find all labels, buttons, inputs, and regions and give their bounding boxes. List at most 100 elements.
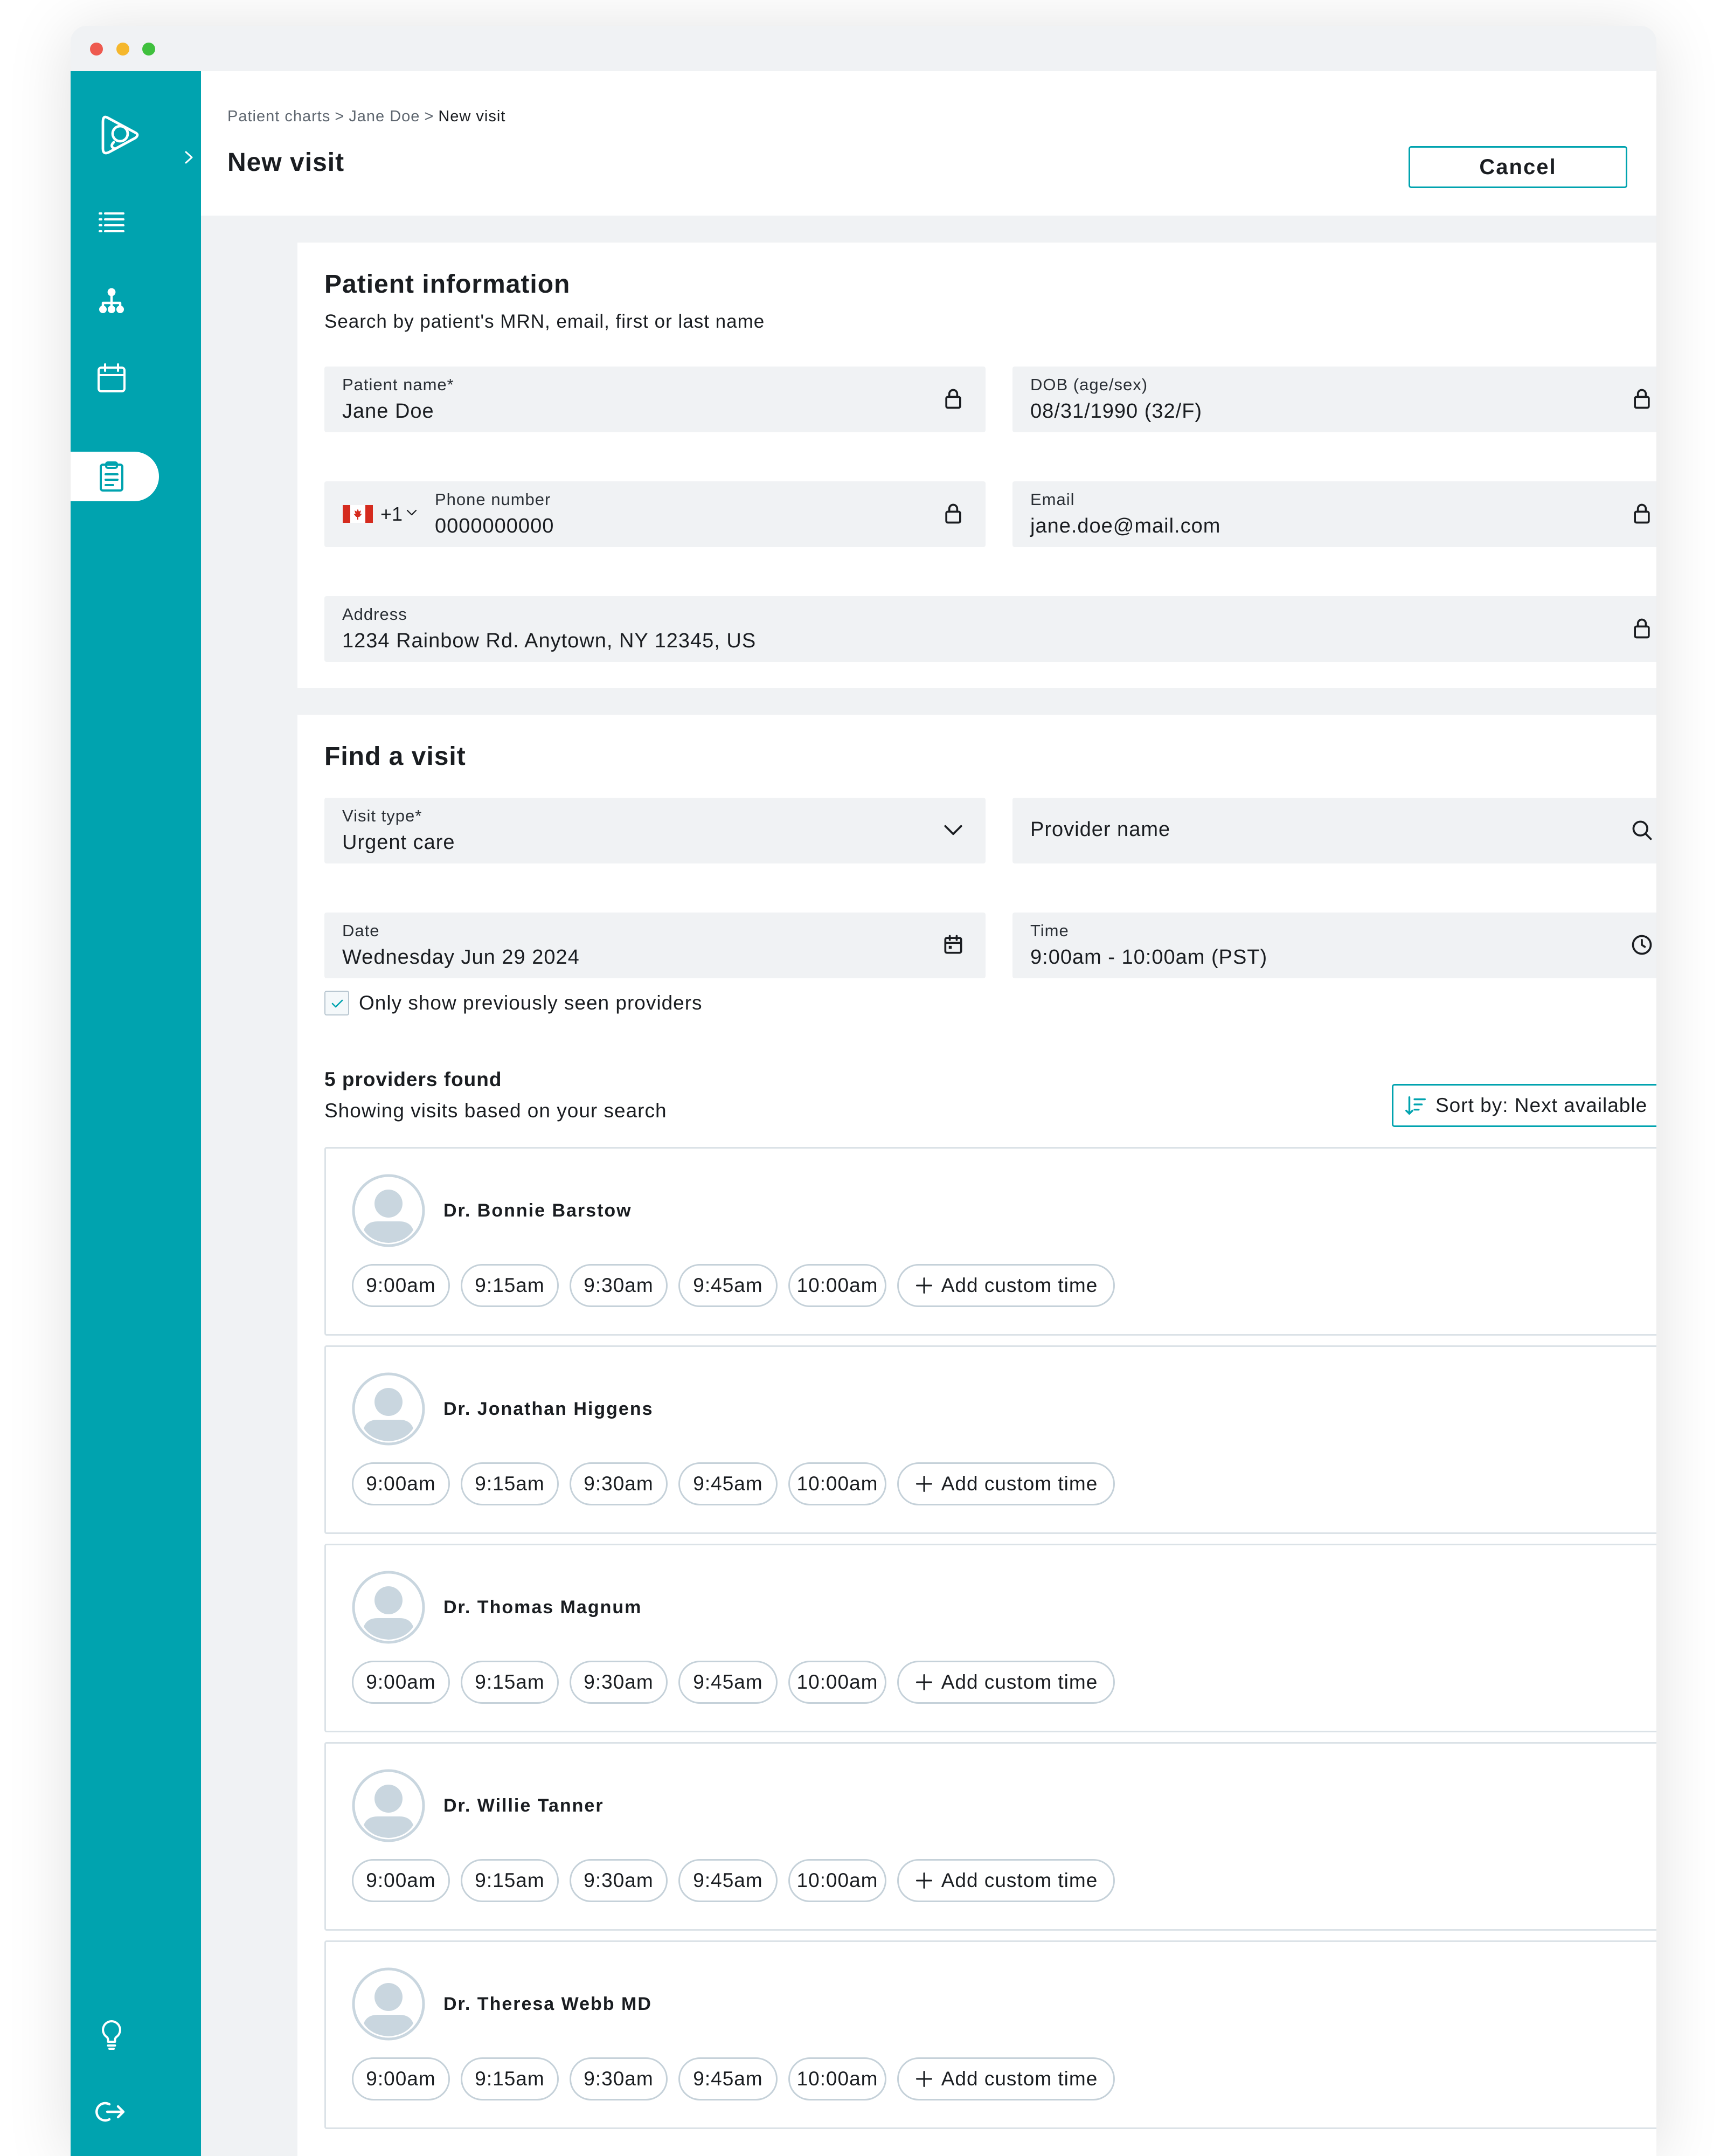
date-field[interactable]: Date Wednesday Jun 29 2024 [324, 913, 986, 978]
time-slot-button[interactable]: 10:00am [788, 1661, 886, 1704]
previously-seen-filter: Only show previously seen providers [324, 990, 703, 1017]
canada-flag-icon[interactable] [343, 505, 373, 523]
time-slot-button[interactable]: 9:15am [461, 1661, 559, 1704]
time-slot-button[interactable]: 9:45am [678, 1264, 778, 1307]
app-logo-icon[interactable] [94, 109, 146, 161]
page-title: New visit [227, 148, 345, 177]
time-slot-button[interactable]: 9:30am [570, 1661, 668, 1704]
provider-card: Dr. Theresa Webb MD 9:00am 9:15am 9:30am 9:4… [324, 1940, 1656, 2129]
visit-type-select[interactable]: Visit type* Urgent care [324, 798, 986, 863]
avatar-icon [352, 1372, 425, 1446]
time-slot-button[interactable]: 9:45am [678, 1859, 778, 1902]
provider-name[interactable]: Dr. Theresa Webb MD [443, 1994, 652, 2015]
providers-found-subtitle: Showing visits based on your search [324, 1100, 667, 1122]
time-slot-button[interactable]: 9:45am [678, 1462, 778, 1505]
lock-icon [1630, 502, 1654, 526]
clock-icon[interactable] [1630, 933, 1654, 957]
lock-icon [1630, 387, 1654, 411]
dob-field[interactable]: DOB (age/sex) 08/31/1990 (32/F) [1012, 367, 1656, 432]
add-custom-time-label: Add custom time [941, 1869, 1098, 1891]
phone-label: Phone number [435, 490, 551, 509]
provider-search-input[interactable]: Provider name [1012, 798, 1656, 863]
add-custom-time-button[interactable]: Add custom time [897, 2057, 1115, 2100]
window-close-button[interactable] [90, 43, 103, 56]
add-custom-time-label: Add custom time [941, 1671, 1098, 1693]
patient-name-field[interactable]: Patient name* Jane Doe [324, 367, 986, 432]
dob-label: DOB (age/sex) [1030, 375, 1148, 394]
calendar-icon[interactable] [941, 933, 965, 957]
sort-button[interactable]: Sort by: Next available [1392, 1084, 1656, 1127]
provider-name[interactable]: Dr. Bonnie Barstow [443, 1200, 632, 1221]
sort-icon [1405, 1096, 1426, 1115]
time-slot-button[interactable]: 9:15am [461, 2057, 559, 2100]
time-slot-button[interactable]: 9:30am [570, 1462, 668, 1505]
add-custom-time-button[interactable]: Add custom time [897, 1264, 1115, 1307]
provider-name[interactable]: Dr. Willie Tanner [443, 1795, 604, 1816]
lock-icon [941, 502, 965, 526]
address-field[interactable]: Address 1234 Rainbow Rd. Anytown, NY 123… [324, 596, 1656, 662]
lightbulb-icon[interactable] [94, 2017, 129, 2051]
email-field[interactable]: Email jane.doe@mail.com [1012, 481, 1656, 547]
window-maximize-button[interactable] [142, 43, 155, 56]
plus-icon [915, 2071, 932, 2087]
provider-name[interactable]: Dr. Jonathan Higgens [443, 1399, 654, 1420]
time-slot-button[interactable]: 9:15am [461, 1859, 559, 1902]
time-slot-button[interactable]: 9:30am [570, 2057, 668, 2100]
time-field[interactable]: Time 9:00am - 10:00am (PST) [1012, 913, 1656, 978]
plus-icon [915, 1674, 932, 1690]
search-icon[interactable] [1630, 818, 1654, 842]
time-slot-button[interactable]: 10:00am [788, 1462, 886, 1505]
list-icon[interactable] [94, 206, 129, 240]
logout-icon[interactable] [94, 2095, 129, 2129]
patient-name-label: Patient name* [342, 375, 454, 394]
previously-seen-label[interactable]: Only show previously seen providers [359, 992, 703, 1014]
add-custom-time-button[interactable]: Add custom time [897, 1859, 1115, 1902]
time-slot-button[interactable]: 9:45am [678, 1661, 778, 1704]
chevron-right-icon[interactable] [181, 147, 197, 168]
time-slot-button[interactable]: 9:00am [352, 1264, 450, 1307]
time-slot-button[interactable]: 9:00am [352, 1462, 450, 1505]
time-slot-button[interactable]: 10:00am [788, 1859, 886, 1902]
time-slot-button[interactable]: 9:00am [352, 1661, 450, 1704]
provider-name[interactable]: Dr. Thomas Magnum [443, 1597, 642, 1618]
breadcrumb-item-patient-charts[interactable]: Patient charts [227, 108, 330, 125]
window-minimize-button[interactable] [116, 43, 129, 56]
lock-icon [941, 387, 965, 411]
patient-information-title: Patient information [324, 270, 571, 299]
country-code-value[interactable]: +1 [380, 503, 403, 526]
clipboard-icon[interactable] [94, 459, 129, 494]
page-header: Patient charts > Jane Doe > New visit New vi… [201, 71, 1656, 216]
address-label: Address [342, 605, 407, 624]
org-chart-icon[interactable] [94, 284, 129, 318]
time-slot-list: 9:00am 9:15am 9:30am 9:45am 10:00am Add custo… [352, 1462, 1126, 1505]
window-titlebar [71, 26, 1656, 71]
plus-icon [915, 1277, 932, 1294]
breadcrumb-item-patient[interactable]: Jane Doe [349, 108, 420, 125]
add-custom-time-button[interactable]: Add custom time [897, 1462, 1115, 1505]
time-slot-button[interactable]: 9:15am [461, 1264, 559, 1307]
email-label: Email [1030, 490, 1075, 509]
chevron-down-icon[interactable] [941, 818, 965, 842]
phone-field[interactable]: +1 Phone number 0000000000 [324, 481, 986, 547]
chevron-down-icon[interactable] [405, 507, 418, 518]
time-slot-list: 9:00am 9:15am 9:30am 9:45am 10:00am Add custo… [352, 2057, 1126, 2100]
time-slot-button[interactable]: 10:00am [788, 1264, 886, 1307]
time-slot-button[interactable]: 10:00am [788, 2057, 886, 2100]
app-window: Patient charts > Jane Doe > New visit New vi… [71, 26, 1656, 2156]
time-slot-button[interactable]: 9:00am [352, 1859, 450, 1902]
previously-seen-checkbox[interactable] [324, 991, 349, 1015]
sidebar [71, 71, 201, 2156]
time-slot-button[interactable]: 9:00am [352, 2057, 450, 2100]
time-label: Time [1030, 921, 1069, 940]
time-slot-button[interactable]: 9:30am [570, 1859, 668, 1902]
time-slot-button[interactable]: 9:30am [570, 1264, 668, 1307]
dob-value: 08/31/1990 (32/F) [1030, 400, 1203, 423]
find-visit-card: Find a visit Visit type* Urgent care Pro… [297, 715, 1656, 2156]
provider-search-placeholder: Provider name [1030, 818, 1171, 841]
cancel-button[interactable]: Cancel [1409, 146, 1627, 188]
time-slot-button[interactable]: 9:45am [678, 2057, 778, 2100]
add-custom-time-button[interactable]: Add custom time [897, 1661, 1115, 1704]
time-slot-button[interactable]: 9:15am [461, 1462, 559, 1505]
calendar-icon[interactable] [94, 361, 129, 396]
plus-icon [915, 1872, 932, 1889]
